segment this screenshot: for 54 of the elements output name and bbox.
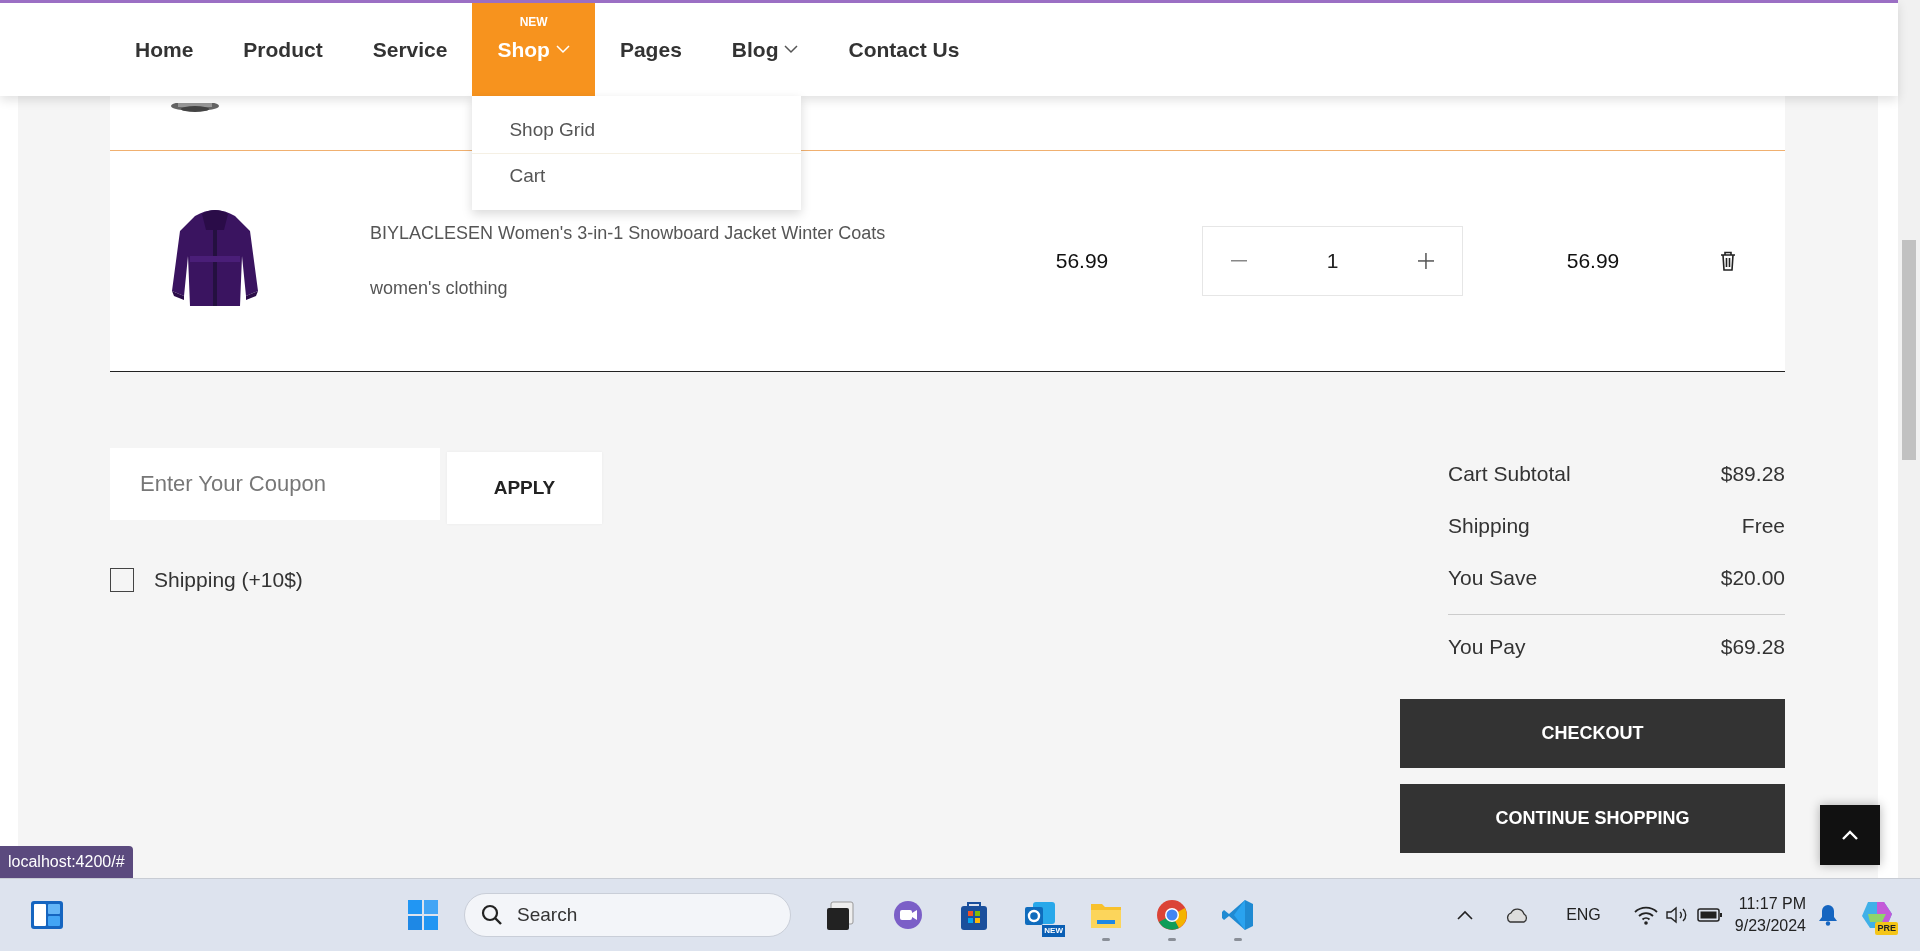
total-label: Cart Subtotal <box>1448 461 1571 488</box>
total-value: Free <box>1741 513 1785 540</box>
nav-link[interactable]: Blog <box>706 3 824 96</box>
trash-icon <box>1720 251 1736 271</box>
copilot-button[interactable]: PRE <box>1852 887 1902 943</box>
search-box[interactable]: Search <box>464 893 791 937</box>
clock-date[interactable]: 9/23/2024 <box>1734 915 1806 937</box>
total-value: $69.28 <box>1720 634 1785 661</box>
nav-link[interactable]: Service <box>347 3 473 96</box>
checkbox[interactable] <box>110 567 134 592</box>
checkbox-label: Shipping (+10$) <box>154 567 303 593</box>
plus-icon <box>1418 253 1434 269</box>
product-title: BIYLACLESEN Women's 3-in-1 Snowboard Jacket Winter Coats <box>370 221 887 245</box>
new-badge: NEW <box>1042 925 1065 937</box>
wifi-icon[interactable] <box>1632 905 1659 925</box>
chevron-up-icon[interactable] <box>1456 909 1475 921</box>
total-label: You Pay <box>1448 634 1526 661</box>
continue-shopping-button[interactable]: CONTINUE SHOPPING <box>1400 784 1785 853</box>
total-value: $20.00 <box>1720 565 1785 592</box>
unit-price: 56.99 <box>1054 248 1110 275</box>
nav-link[interactable]: Home <box>110 3 219 96</box>
search-field[interactable]: Search <box>515 899 755 931</box>
nav-link[interactable]: Contact Us <box>823 3 985 96</box>
apply-button[interactable]: APPLY <box>447 452 602 524</box>
delete-button[interactable] <box>1720 251 1736 271</box>
nav-link[interactable]: Product <box>218 3 348 96</box>
coupon-field[interactable]: Enter Your Coupon <box>110 448 440 520</box>
search-icon <box>481 904 503 926</box>
total-label: Shipping <box>1448 513 1530 540</box>
language-indicator[interactable]: ENG <box>1558 903 1609 927</box>
taskbar-app[interactable]: NEW <box>1015 887 1065 943</box>
quantity-value: 1 <box>1326 248 1339 275</box>
nav-link[interactable]: Pages <box>594 3 707 96</box>
battery-icon[interactable] <box>1696 907 1723 923</box>
total-value: $89.28 <box>1720 461 1785 488</box>
copilot-icon <box>1860 900 1894 930</box>
chevron-up-icon <box>1841 829 1859 841</box>
status-url: localhost:4200/# <box>0 846 133 878</box>
clock-time[interactable]: 11:17 PM <box>1734 893 1806 915</box>
line-total: 56.99 <box>1565 248 1621 275</box>
checkout-button[interactable]: CHECKOUT <box>1400 699 1785 768</box>
windows-icon <box>407 899 439 931</box>
code-editor-icon <box>1221 898 1255 932</box>
bell-icon[interactable] <box>1818 904 1838 926</box>
preview-badge: PRE <box>1875 921 1898 935</box>
product-category: women's clothing <box>370 277 509 300</box>
browser-icon <box>1155 898 1189 932</box>
minus-icon <box>1231 260 1247 262</box>
new-label: NEW <box>519 14 548 31</box>
scrollbar-thumb[interactable] <box>1902 240 1916 460</box>
video-chat-icon <box>891 898 925 932</box>
total-label: You Save <box>1448 565 1538 592</box>
widgets-icon <box>30 900 64 930</box>
menu-item[interactable]: Shop Grid <box>472 108 802 153</box>
